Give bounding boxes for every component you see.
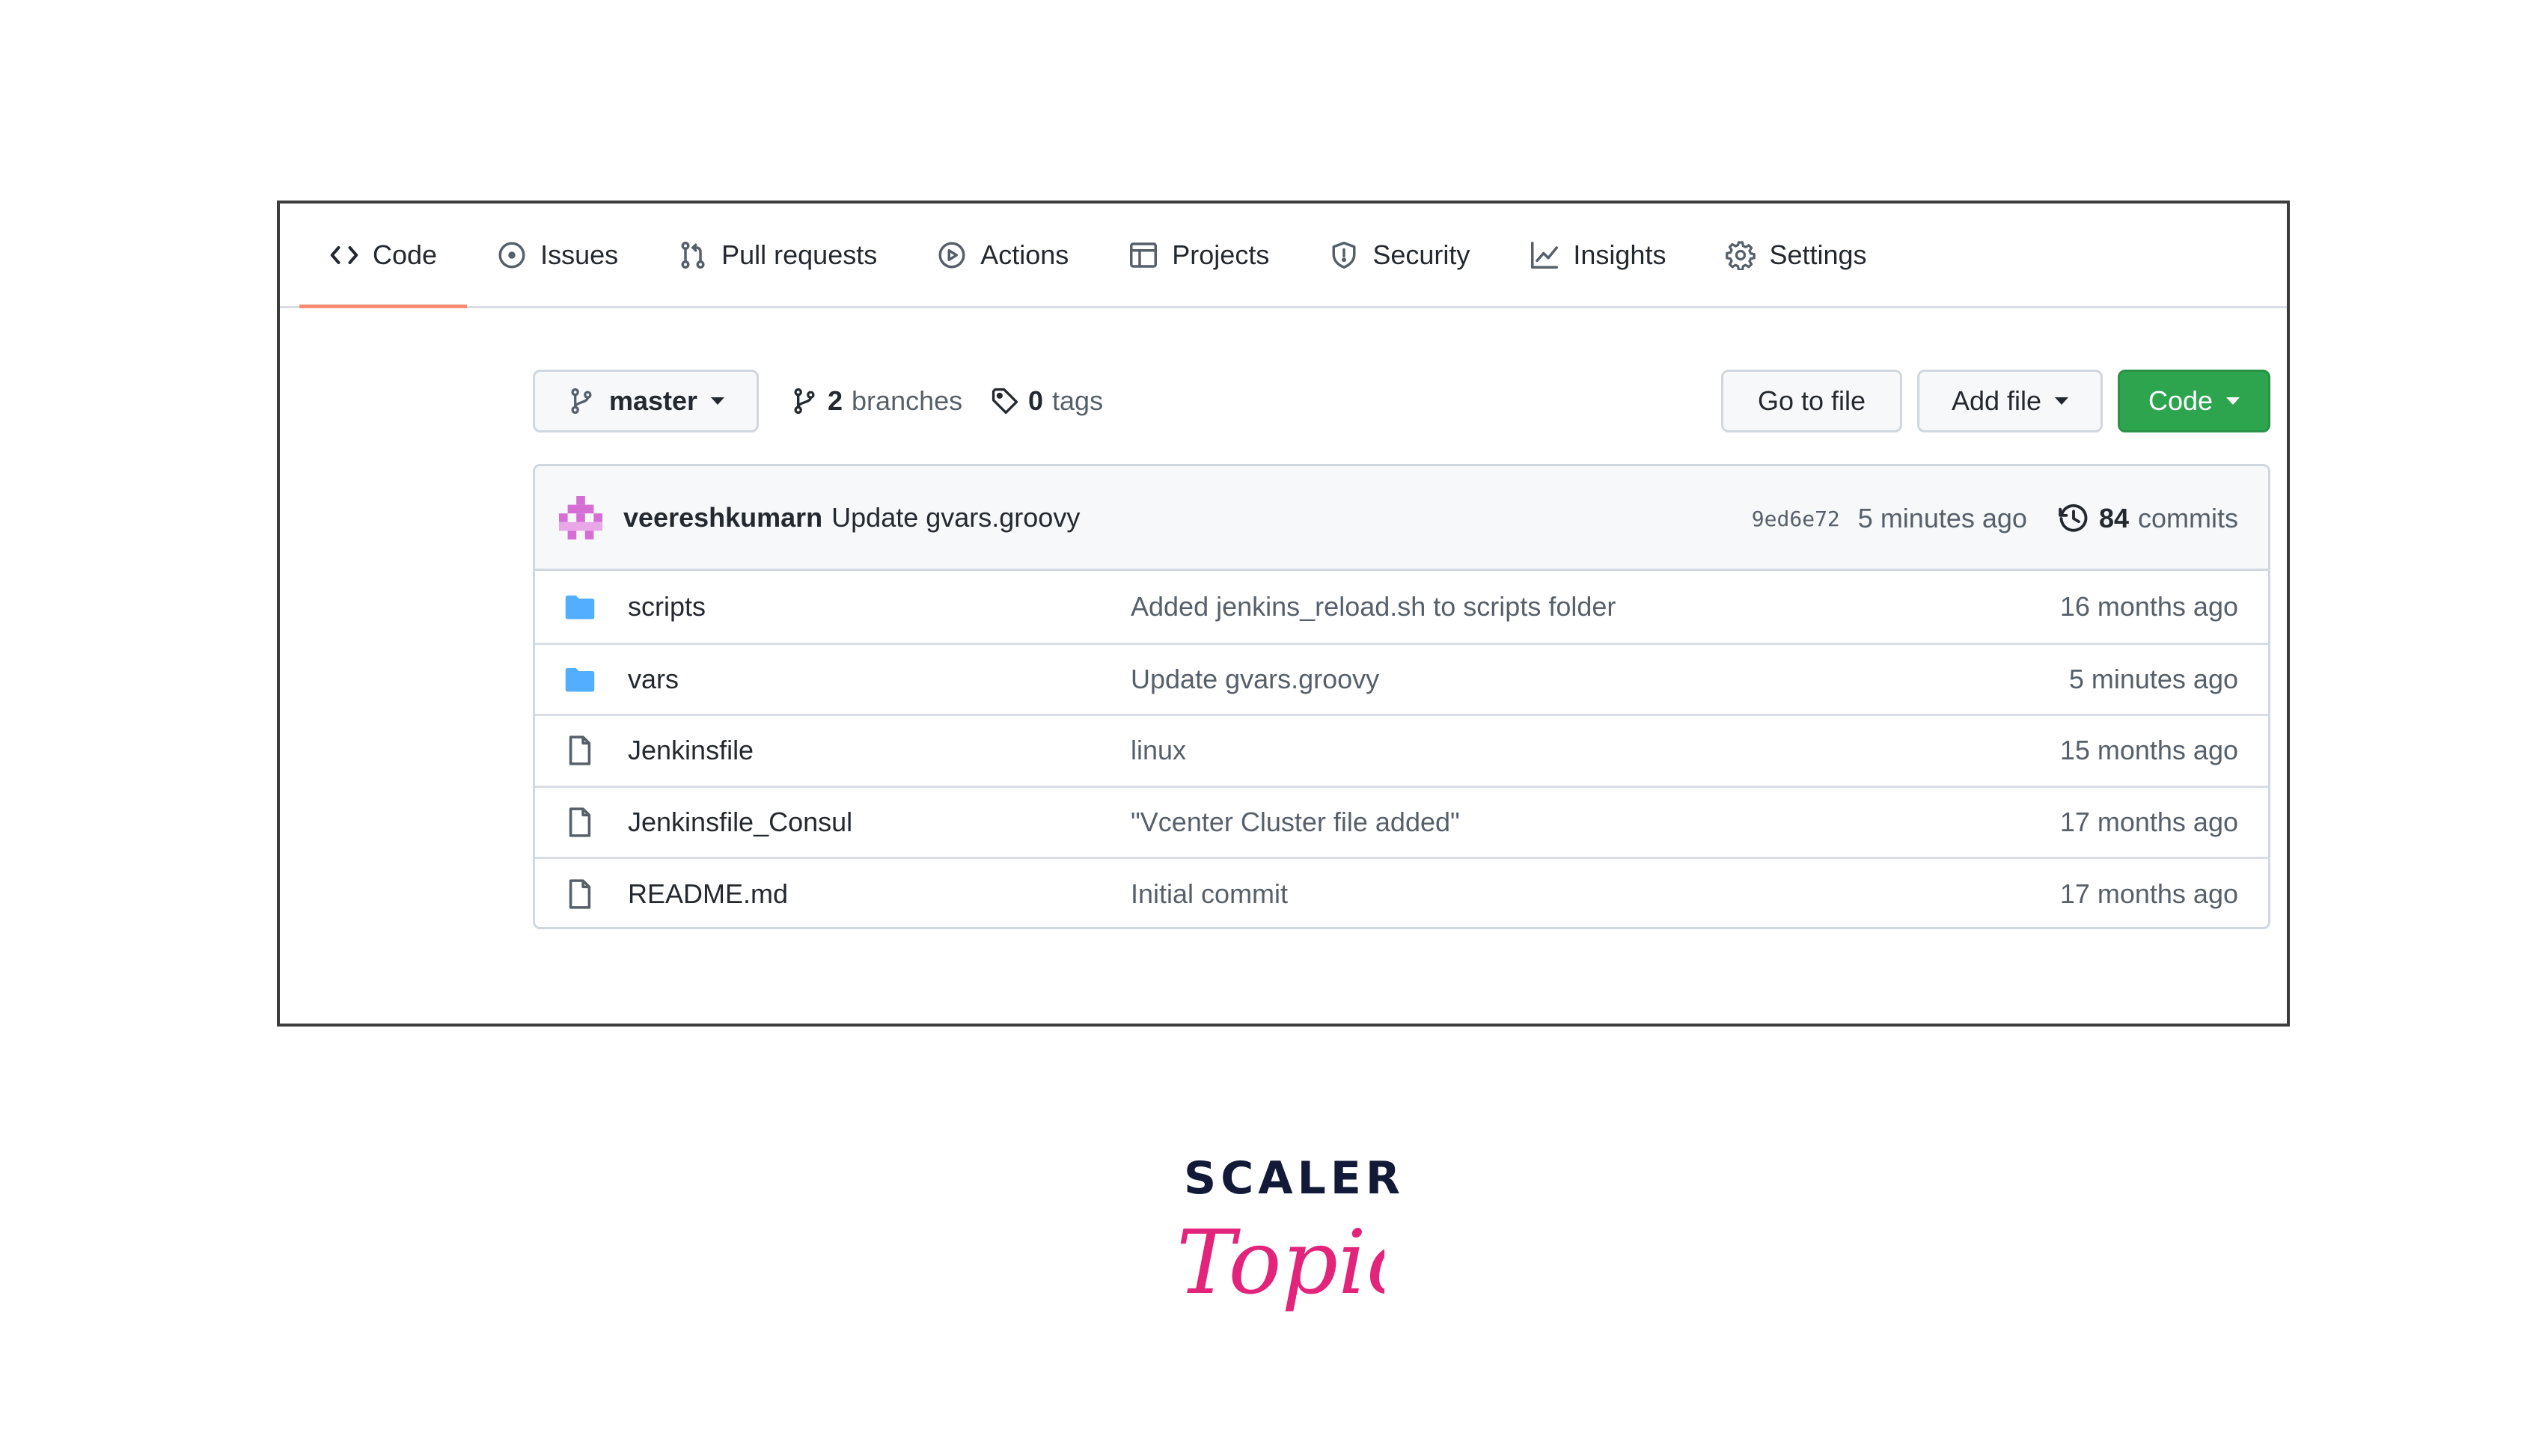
- file-browser: veereshkumarn Update gvars.groovy 9ed6e7…: [533, 464, 2270, 929]
- commits-label: commits: [2138, 503, 2238, 533]
- code-button-label: Code: [2148, 385, 2213, 416]
- file-commit-message-link[interactable]: Added jenkins_reload.sh to scripts folde…: [1131, 591, 1616, 623]
- repo-tab-bar: Code Issues Pull requests Actions Projec…: [280, 204, 2287, 308]
- tab-issues[interactable]: Issues: [467, 204, 648, 306]
- chevron-down-icon: [711, 397, 725, 405]
- go-to-file-button[interactable]: Go to file: [1721, 370, 1902, 432]
- folder-icon: [565, 595, 595, 620]
- tab-pull-requests[interactable]: Pull requests: [648, 204, 907, 306]
- tags-label: tags: [1052, 385, 1104, 416]
- shield-icon: [1332, 241, 1356, 269]
- pull-request-icon: [681, 241, 705, 269]
- branch-select-button[interactable]: master: [533, 370, 759, 432]
- latest-commit-bar: veereshkumarn Update gvars.groovy 9ed6e7…: [535, 466, 2268, 571]
- tab-label: Pull requests: [721, 239, 878, 270]
- issue-icon: [498, 241, 525, 269]
- tab-code[interactable]: Code: [299, 204, 468, 308]
- branches-label: branches: [852, 385, 963, 416]
- tab-label: Projects: [1172, 239, 1270, 270]
- branch-name: master: [608, 385, 698, 416]
- file-age: 17 months ago: [2059, 807, 2238, 838]
- tab-label: Settings: [1769, 239, 1867, 270]
- file-age: 16 months ago: [2059, 590, 2238, 622]
- brand-script: Topics: [1176, 1211, 1384, 1314]
- file-name-link[interactable]: README.md: [628, 878, 788, 910]
- add-file-button[interactable]: Add file: [1917, 370, 2103, 432]
- code-icon: [330, 245, 358, 264]
- commit-meta: 9ed6e72 5 minutes ago 84 commits: [1752, 466, 2238, 571]
- file-age: 17 months ago: [2059, 878, 2238, 909]
- file-commit-message-link[interactable]: Update gvars.groovy: [1131, 664, 1379, 695]
- graph-icon: [1531, 241, 1559, 269]
- tab-label: Issues: [540, 239, 619, 270]
- tab-label: Insights: [1573, 239, 1666, 270]
- chevron-down-icon: [2226, 397, 2240, 405]
- tab-label: Code: [373, 239, 438, 270]
- branch-icon: [794, 388, 815, 415]
- branches-link[interactable]: 2 branches: [790, 370, 962, 432]
- file-row[interactable]: vars Update gvars.groovy 5 minutes ago: [535, 642, 2268, 715]
- scaler-topics-logo: SCALER Topics: [1167, 1145, 1400, 1332]
- tab-insights[interactable]: Insights: [1500, 204, 1696, 306]
- tag-icon: [992, 388, 1018, 415]
- brand-script-text: Topics: [1176, 1211, 1384, 1314]
- tab-label: Actions: [980, 239, 1069, 270]
- history-icon: [2059, 504, 2088, 532]
- avatar[interactable]: [559, 495, 602, 539]
- chevron-down-icon: [2055, 397, 2069, 405]
- gear-icon: [1726, 240, 1756, 270]
- file-name-link[interactable]: scripts: [628, 591, 706, 623]
- tab-label: Security: [1372, 239, 1470, 270]
- file-name-link[interactable]: Jenkinsfile: [628, 735, 754, 766]
- file-age: 15 months ago: [2059, 735, 2238, 766]
- file-name-link[interactable]: vars: [628, 664, 679, 695]
- file-commit-message-link[interactable]: "Vcenter Cluster file added": [1131, 807, 1460, 838]
- commit-message-link[interactable]: Update gvars.groovy: [831, 502, 1080, 533]
- add-file-label: Add file: [1951, 385, 2042, 416]
- play-icon: [938, 241, 965, 269]
- commit-age: 5 minutes ago: [1857, 503, 2027, 533]
- tags-count: 0: [1028, 385, 1044, 416]
- file-icon: [569, 735, 591, 766]
- code-dropdown-button[interactable]: Code: [2118, 370, 2270, 432]
- file-list: scripts Added jenkins_reload.sh to scrip…: [535, 571, 2268, 927]
- file-commit-message-link[interactable]: Initial commit: [1131, 878, 1288, 910]
- file-row[interactable]: Jenkinsfile linux 15 months ago: [535, 714, 2268, 786]
- branches-count: 2: [828, 385, 843, 416]
- file-commit-message-link[interactable]: linux: [1131, 735, 1186, 766]
- branch-icon: [571, 388, 592, 415]
- go-to-file-label: Go to file: [1757, 385, 1866, 416]
- tags-link[interactable]: 0 tags: [991, 370, 1103, 432]
- table-icon: [1130, 242, 1158, 268]
- commit-author-link[interactable]: veereshkumarn: [623, 502, 822, 533]
- file-age: 5 minutes ago: [2068, 663, 2238, 694]
- file-name-link[interactable]: Jenkinsfile_Consul: [628, 807, 852, 838]
- tab-security[interactable]: Security: [1299, 204, 1500, 306]
- file-row[interactable]: Jenkinsfile_Consul "Vcenter Cluster file…: [535, 785, 2268, 857]
- folder-icon: [565, 667, 595, 692]
- tab-settings[interactable]: Settings: [1696, 204, 1896, 306]
- commits-count: 84: [2098, 503, 2129, 533]
- repo-toolbar: master 2 branches 0 tags Go to file Add …: [533, 370, 2270, 432]
- commits-history-link[interactable]: 84 commits: [2057, 502, 2238, 535]
- tab-projects[interactable]: Projects: [1099, 204, 1299, 306]
- file-row[interactable]: scripts Added jenkins_reload.sh to scrip…: [535, 571, 2268, 643]
- file-icon: [569, 879, 591, 909]
- file-row[interactable]: README.md Initial commit 17 months ago: [535, 857, 2268, 927]
- repository-screenshot: Code Issues Pull requests Actions Projec…: [277, 201, 2290, 1027]
- tab-actions[interactable]: Actions: [907, 204, 1099, 306]
- commit-sha-link[interactable]: 9ed6e72: [1752, 507, 1840, 531]
- file-icon: [569, 807, 591, 837]
